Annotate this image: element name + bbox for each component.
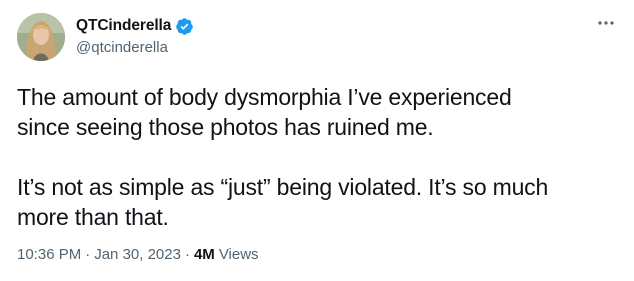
name-row: QTCinderella [76, 15, 194, 37]
avatar-image [17, 13, 65, 61]
tweet-paragraph: The amount of body dysmorphia I’ve exper… [17, 84, 512, 140]
handle[interactable]: @qtcinderella [76, 39, 194, 56]
tweet-meta: 10:36 PM · Jan 30, 2023 · 4M Views [17, 246, 259, 263]
tweet-time[interactable]: 10:36 PM [17, 246, 81, 263]
verified-badge-icon[interactable] [175, 17, 194, 36]
avatar[interactable] [17, 13, 65, 61]
author-block: QTCinderella @qtcinderella [76, 15, 194, 56]
display-name[interactable]: QTCinderella [76, 17, 171, 35]
tweet-card: QTCinderella @qtcinderella The amount of… [0, 0, 634, 281]
tweet-date[interactable]: Jan 30, 2023 [94, 246, 181, 263]
tweet-text: The amount of body dysmorphia I’ve exper… [17, 82, 617, 232]
meta-separator: · [184, 246, 190, 263]
views-label: Views [218, 246, 259, 263]
views-count: 4M [193, 246, 215, 263]
more-options-icon[interactable] [594, 16, 618, 30]
tweet-paragraph: It’s not as simple as “just” being viola… [17, 174, 549, 230]
meta-separator: · [85, 246, 91, 263]
